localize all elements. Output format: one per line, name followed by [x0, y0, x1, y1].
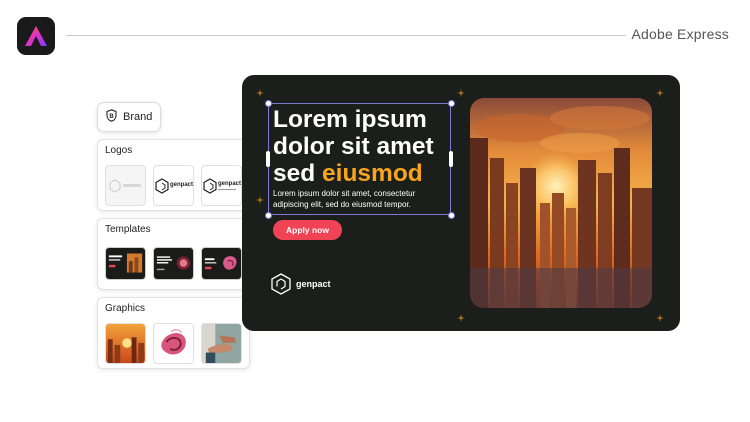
canvas-body-text[interactable]: Lorem ipsum dolor sit amet, consectetur … [273, 189, 453, 210]
graphic-thumb-hands[interactable] [201, 323, 242, 364]
sparkle-icon [457, 89, 465, 97]
graphic-thumb-abstract[interactable] [153, 323, 194, 364]
graphics-title: Graphics [105, 303, 146, 314]
logo-thumb-text: genpact [218, 181, 242, 187]
canvas-logo[interactable]: genpact [271, 273, 331, 295]
sparkle-icon [457, 314, 465, 322]
templates-panel: Templates [97, 218, 250, 290]
headline-line-3: sed eiusmod [273, 160, 451, 187]
app-title: Adobe Express [631, 26, 729, 42]
resize-handle-bottom-right[interactable] [448, 212, 455, 219]
header-divider [66, 35, 626, 36]
sparkle-icon [656, 314, 664, 322]
city-sunset-image[interactable] [470, 98, 652, 308]
logos-panel: Logos genpact genpact [97, 139, 250, 211]
svg-text:B: B [109, 114, 114, 120]
logos-title: Logos [105, 145, 133, 156]
graphics-panel: Graphics [97, 297, 250, 369]
genpact-logo-icon [271, 273, 291, 295]
resize-handle-left[interactable] [266, 151, 270, 167]
headline-line-2: dolor sit amet [273, 133, 434, 160]
headline-line-1: Lorem ipsum [273, 106, 427, 133]
template-thumb-2[interactable] [153, 247, 194, 280]
canvas-logo-text: genpact [296, 279, 331, 289]
adobe-express-logo-icon[interactable] [17, 17, 55, 55]
brand-button[interactable]: B Brand [97, 102, 161, 132]
logo-thumb-text: genpact [170, 182, 194, 188]
sparkle-icon [256, 89, 264, 97]
template-thumb-3[interactable] [201, 247, 242, 280]
sparkle-icon [656, 89, 664, 97]
logo-thumb-genpact[interactable]: genpact [153, 165, 194, 206]
headline-accent: eiusmod [322, 160, 423, 187]
brand-label: Brand [123, 111, 153, 123]
canvas-headline[interactable]: Lorem ipsum dolor sit amet sed eiusmod [273, 106, 451, 187]
apply-now-button[interactable]: Apply now [273, 220, 342, 240]
templates-title: Templates [105, 224, 151, 235]
resize-handle-top-left[interactable] [265, 100, 272, 107]
graphic-thumb-city[interactable] [105, 323, 146, 364]
tagline-mark [218, 189, 236, 190]
brand-shield-icon: B [106, 109, 117, 125]
template-thumb-1[interactable] [105, 247, 146, 280]
sparkle-icon [256, 196, 264, 204]
logo-thumb-faded[interactable] [105, 165, 146, 206]
logo-thumb-genpact-tagline[interactable]: genpact [201, 165, 242, 206]
resize-handle-bottom-left[interactable] [265, 212, 272, 219]
headline-line-3-white: sed [273, 160, 323, 187]
